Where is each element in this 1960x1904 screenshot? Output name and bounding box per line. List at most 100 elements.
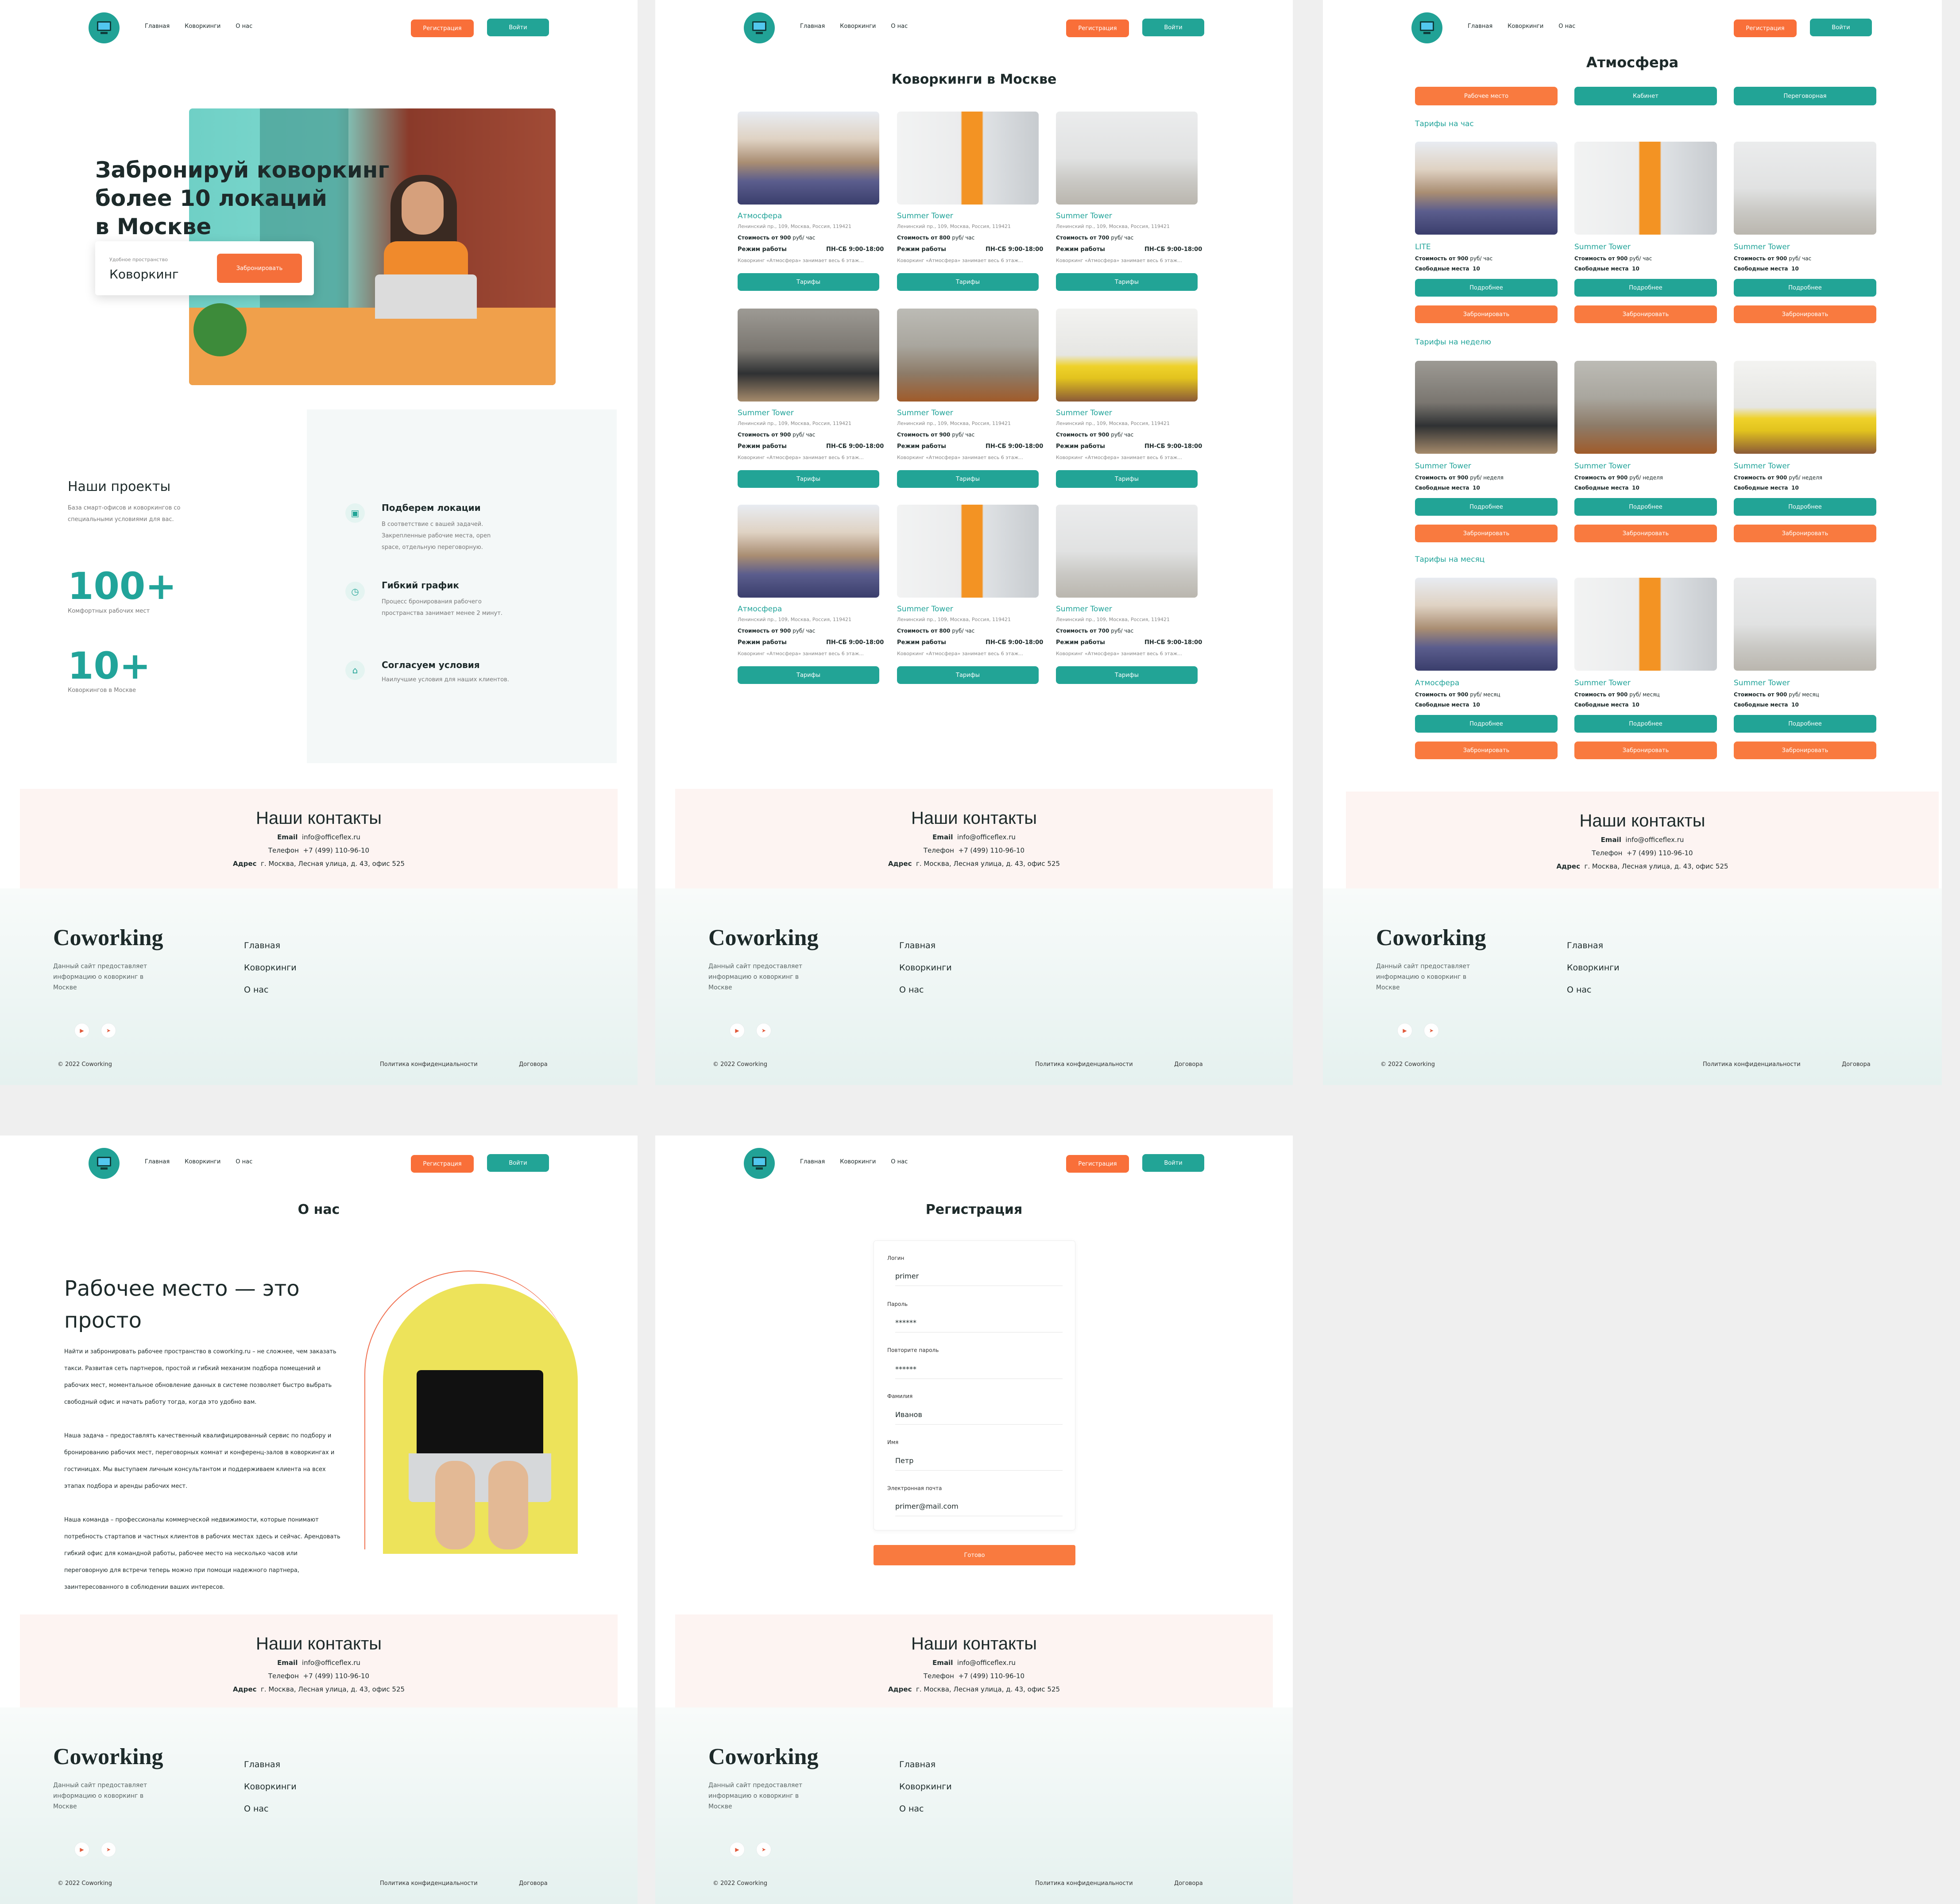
email-input[interactable]: primer@mail.com — [895, 1502, 1063, 1516]
contact-phone[interactable]: +7 (499) 110-96-10 — [958, 1672, 1024, 1680]
login-input[interactable]: primer — [895, 1272, 1063, 1286]
more-button[interactable]: Подробнее — [1415, 498, 1558, 516]
login-button[interactable]: Войти — [487, 1154, 549, 1172]
more-button[interactable]: Подробнее — [1574, 498, 1717, 516]
youtube-icon[interactable]: ▶ — [1397, 1023, 1412, 1038]
contact-phone[interactable]: +7 (499) 110-96-10 — [958, 846, 1024, 854]
footer-link-about[interactable]: О нас — [244, 1804, 269, 1814]
password-input[interactable]: ****** — [895, 1318, 1063, 1332]
book-button[interactable]: Забронировать — [1574, 742, 1717, 759]
contact-email[interactable]: info@officeflex.ru — [957, 833, 1016, 841]
nav-about[interactable]: О нас — [236, 23, 252, 30]
tab-cabinet[interactable]: Кабинет — [1574, 87, 1717, 105]
logo-icon[interactable] — [744, 1148, 775, 1179]
register-button[interactable]: Регистрация — [1734, 19, 1797, 37]
coworking-name[interactable]: Атмосфера — [738, 605, 782, 614]
tariff-name[interactable]: Summer Tower — [1574, 462, 1631, 471]
coworking-name[interactable]: Summer Tower — [1056, 409, 1112, 417]
logo-icon[interactable] — [89, 12, 120, 43]
tariff-photo[interactable] — [1734, 142, 1876, 235]
footer-link-coworkings[interactable]: Коворкинги — [1567, 963, 1620, 973]
coworking-name[interactable]: Summer Tower — [897, 605, 953, 614]
contact-phone[interactable]: +7 (499) 110-96-10 — [303, 1672, 369, 1680]
telegram-icon[interactable]: ➤ — [101, 1023, 116, 1038]
coworking-photo[interactable] — [738, 309, 879, 402]
more-button[interactable]: Подробнее — [1574, 715, 1717, 733]
tariffs-button[interactable]: Тарифы — [738, 470, 879, 488]
footer-contracts-link[interactable]: Договора — [1842, 1061, 1871, 1068]
footer-link-coworkings[interactable]: Коворкинги — [244, 1782, 297, 1792]
more-button[interactable]: Подробнее — [1415, 279, 1558, 297]
login-button[interactable]: Войти — [1810, 19, 1872, 36]
footer-contracts-link[interactable]: Договора — [1174, 1880, 1203, 1887]
footer-privacy-link[interactable]: Политика конфиденциальности — [1035, 1061, 1133, 1068]
nav-about[interactable]: О нас — [1558, 23, 1575, 30]
tariff-photo[interactable] — [1574, 142, 1717, 235]
coworking-photo[interactable] — [738, 112, 879, 205]
more-button[interactable]: Подробнее — [1415, 715, 1558, 733]
youtube-icon[interactable]: ▶ — [730, 1842, 745, 1857]
nav-home[interactable]: Главная — [1468, 23, 1492, 30]
tariffs-button[interactable]: Тарифы — [738, 666, 879, 684]
footer-contracts-link[interactable]: Договора — [1174, 1061, 1203, 1068]
nav-home[interactable]: Главная — [800, 23, 825, 30]
nav-coworkings[interactable]: Коворкинги — [840, 23, 876, 30]
youtube-icon[interactable]: ▶ — [74, 1023, 89, 1038]
repeat-password-input[interactable]: ****** — [895, 1365, 1063, 1379]
book-button[interactable]: Забронировать — [1574, 525, 1717, 542]
nav-home[interactable]: Главная — [145, 1159, 170, 1165]
contact-phone[interactable]: +7 (499) 110-96-10 — [303, 846, 369, 854]
tariffs-button[interactable]: Тарифы — [1056, 273, 1198, 291]
logo-icon[interactable] — [89, 1148, 120, 1179]
tariffs-button[interactable]: Тарифы — [1056, 470, 1198, 488]
tariff-name[interactable]: Summer Tower — [1734, 462, 1790, 471]
more-button[interactable]: Подробнее — [1734, 498, 1876, 516]
register-button[interactable]: Регистрация — [1066, 1155, 1129, 1173]
footer-link-coworkings[interactable]: Коворкинги — [899, 963, 952, 973]
footer-link-home[interactable]: Главная — [899, 1760, 936, 1769]
footer-link-coworkings[interactable]: Коворкинги — [244, 963, 297, 973]
coworking-name[interactable]: Summer Tower — [897, 212, 953, 220]
contact-email[interactable]: info@officeflex.ru — [1625, 836, 1684, 844]
tariff-photo[interactable] — [1415, 142, 1558, 235]
tariff-name[interactable]: Summer Tower — [1574, 243, 1631, 251]
tariff-photo[interactable] — [1574, 578, 1717, 671]
name-input[interactable]: Петр — [895, 1456, 1063, 1471]
book-button[interactable]: Забронировать — [1734, 525, 1876, 542]
tariffs-button[interactable]: Тарифы — [897, 666, 1039, 684]
coworking-name[interactable]: Summer Tower — [1056, 212, 1112, 220]
footer-link-about[interactable]: О нас — [244, 985, 269, 995]
youtube-icon[interactable]: ▶ — [74, 1842, 89, 1857]
login-button[interactable]: Войти — [1142, 19, 1204, 36]
tariff-name[interactable]: Summer Tower — [1734, 243, 1790, 251]
tariff-photo[interactable] — [1574, 361, 1717, 454]
footer-privacy-link[interactable]: Политика конфиденциальности — [1703, 1061, 1801, 1068]
logo-icon[interactable] — [1411, 12, 1442, 43]
contact-email[interactable]: info@officeflex.ru — [302, 833, 360, 841]
nav-coworkings[interactable]: Коворкинги — [840, 1159, 876, 1165]
telegram-icon[interactable]: ➤ — [756, 1842, 771, 1857]
youtube-icon[interactable]: ▶ — [730, 1023, 745, 1038]
tariff-name[interactable]: Summer Tower — [1574, 679, 1631, 687]
nav-about[interactable]: О нас — [236, 1159, 252, 1165]
footer-link-about[interactable]: О нас — [899, 985, 924, 995]
tariff-photo[interactable] — [1415, 578, 1558, 671]
book-button[interactable]: Забронировать — [1574, 305, 1717, 323]
tariffs-button[interactable]: Тарифы — [738, 273, 879, 291]
nav-home[interactable]: Главная — [145, 23, 170, 30]
coworking-photo[interactable] — [1056, 505, 1198, 598]
footer-link-about[interactable]: О нас — [1567, 985, 1592, 995]
footer-contracts-link[interactable]: Договора — [519, 1880, 548, 1887]
book-button[interactable]: Забронировать — [217, 254, 302, 283]
footer-privacy-link[interactable]: Политика конфиденциальности — [1035, 1880, 1133, 1887]
coworking-name[interactable]: Атмосфера — [738, 212, 782, 220]
tariffs-button[interactable]: Тарифы — [897, 273, 1039, 291]
tariff-photo[interactable] — [1415, 361, 1558, 454]
telegram-icon[interactable]: ➤ — [101, 1842, 116, 1857]
coworking-photo[interactable] — [738, 505, 879, 598]
contact-email[interactable]: info@officeflex.ru — [302, 1659, 360, 1667]
coworking-photo[interactable] — [1056, 309, 1198, 402]
coworking-photo[interactable] — [1056, 112, 1198, 205]
footer-link-home[interactable]: Главная — [899, 941, 936, 950]
footer-contracts-link[interactable]: Договора — [519, 1061, 548, 1068]
